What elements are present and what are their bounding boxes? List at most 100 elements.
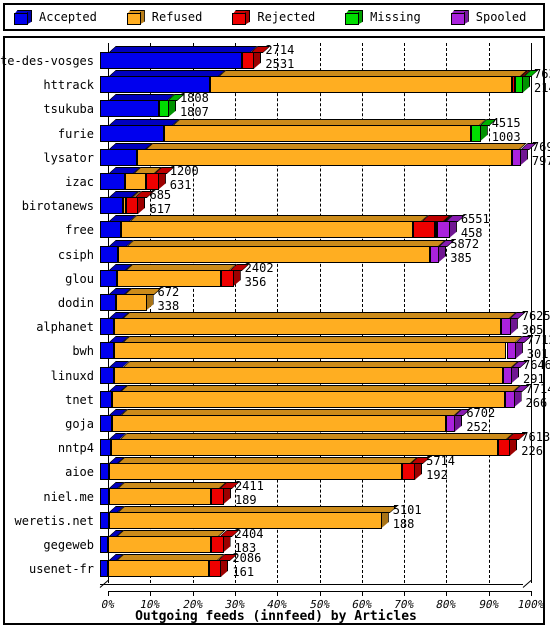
bar-segment-missing[interactable] [158, 100, 169, 118]
bar-segment-rejected[interactable] [211, 487, 224, 505]
y-axis-label: usenet-fr [28, 562, 94, 577]
bar-end-cap [454, 415, 463, 432]
bar-value-total: 7712 [526, 333, 550, 348]
bar-segment-spooled[interactable] [505, 390, 515, 408]
bar-segment-refused[interactable] [108, 487, 212, 505]
bar-segment-refused[interactable] [113, 366, 503, 384]
bar-segment-accepted[interactable] [100, 439, 111, 457]
bar-value-total: 6551 [460, 212, 490, 227]
bar-segment-accepted[interactable] [100, 560, 109, 578]
bar-end-cap [222, 487, 231, 505]
bar-segment-spooled[interactable] [501, 318, 511, 336]
bar-segment-refused[interactable] [117, 245, 430, 263]
bar-row[interactable]: 76312145 [100, 68, 550, 94]
bar-end-cap [519, 148, 528, 166]
bar-segment-accepted[interactable] [100, 197, 124, 215]
bar-segment-rejected[interactable] [210, 536, 224, 553]
bar-segment-rejected[interactable] [208, 560, 222, 578]
bar-row[interactable]: 2086 161 [100, 552, 531, 578]
bar-segment-spooled[interactable] [511, 148, 521, 166]
bar-segment-spooled[interactable] [502, 366, 512, 384]
bar-row[interactable]: 2714 2531 [100, 43, 531, 70]
bar-segment-accepted[interactable] [100, 148, 138, 166]
bar-segment-refused[interactable] [112, 390, 506, 408]
bar-segment-accepted[interactable] [100, 318, 115, 336]
y-axis-label: niel.me [43, 489, 94, 504]
legend-item-label: Refused [151, 10, 203, 24]
bar-segment-spooled[interactable] [437, 221, 450, 239]
bar-value-total: 7631 [534, 67, 550, 82]
bar-value-total: 7613 [521, 430, 550, 445]
bar-segment-missing[interactable] [470, 124, 481, 142]
bar-segment-accepted[interactable] [100, 342, 114, 360]
bar-end-cap [514, 342, 523, 360]
bar-row[interactable]: 4515 1003 [100, 117, 531, 143]
bar-segment-accepted[interactable] [100, 173, 125, 190]
bar-segment-rejected[interactable] [497, 439, 511, 457]
bar-row[interactable]: 5714 192 [100, 455, 531, 483]
bar-segment-accepted[interactable] [100, 487, 109, 505]
bar-value-secondary: 338 [157, 299, 180, 313]
bar-segment-spooled[interactable] [446, 415, 456, 432]
bar-segment-accepted[interactable] [100, 294, 117, 311]
bar-value-secondary: 226 [521, 444, 543, 459]
bar-segment-accepted[interactable] [100, 245, 118, 263]
bar-row[interactable]: 7693797 [100, 141, 550, 167]
bar-segment-rejected[interactable] [241, 52, 255, 69]
bar-segment-rejected[interactable] [402, 463, 416, 481]
bar-segment-refused[interactable] [109, 463, 403, 481]
bar-segment-refused[interactable] [108, 560, 209, 578]
bar-row[interactable]: 7646 291 [100, 359, 550, 385]
bar-segment-accepted[interactable] [100, 124, 164, 142]
bar-row[interactable]: 7625 305 [100, 310, 550, 336]
bar-row[interactable]: 5872 385 [100, 236, 531, 264]
bar-segment-accepted[interactable] [100, 366, 114, 384]
bar-value-total: 2714 [265, 43, 295, 57]
bar-end-cap [509, 318, 518, 336]
bar-row[interactable]: 5101 188 [100, 502, 531, 530]
legend-item-accepted: Accepted [14, 9, 97, 25]
bar-segment-rejected[interactable] [412, 221, 435, 239]
bar-segment-refused[interactable] [124, 173, 147, 190]
bar-segment-accepted[interactable] [100, 511, 109, 529]
bar-segment-spooled[interactable] [429, 245, 440, 263]
bar-segment-accepted[interactable] [100, 52, 242, 69]
bar-segment-refused[interactable] [114, 318, 502, 336]
bar-segment-refused[interactable] [120, 221, 413, 239]
y-axis-label: tsukuba [43, 102, 94, 117]
bar-segment-accepted[interactable] [100, 536, 109, 553]
bar-row[interactable]: 6702 252 [100, 407, 531, 433]
bar-segment-accepted[interactable] [100, 415, 112, 432]
bar-row[interactable]: 672 338 [100, 286, 531, 313]
bar-row[interactable]: 6551 458 [100, 212, 531, 239]
bar-value-total: 5872 [450, 236, 480, 251]
bar-value-total: 2411 [234, 478, 264, 493]
bar-value-total: 5101 [392, 502, 422, 517]
bar-segment-refused[interactable] [111, 415, 446, 432]
bar-value-total: 7714 [525, 381, 550, 396]
bar-row[interactable]: 1808 1807 [100, 92, 531, 118]
bar-row[interactable]: 2411 189 [100, 478, 531, 506]
bar-segment-accepted[interactable] [100, 100, 159, 118]
bar-value-labels: 6702 252 [466, 407, 495, 433]
bar-segment-spooled[interactable] [506, 342, 516, 360]
bar-segment-accepted[interactable] [100, 221, 121, 239]
bar-segment-rejected[interactable] [220, 269, 234, 287]
bar-segment-refused[interactable] [209, 76, 513, 94]
bar-row[interactable]: 7613 226 [100, 431, 550, 457]
bar-segment-accepted[interactable] [100, 269, 118, 287]
bar-segment-accepted[interactable] [100, 390, 113, 408]
bar-segment-refused[interactable] [116, 294, 147, 311]
bar-segment-rejected[interactable] [125, 197, 139, 215]
bar-row[interactable]: 7712301 [100, 334, 550, 360]
y-axis-label: csiph [57, 247, 94, 262]
bar-segment-refused[interactable] [108, 536, 211, 553]
bar-value-secondary: 192 [426, 468, 448, 483]
bar-value-labels: 76312145 [534, 68, 550, 94]
bar-segment-missing[interactable] [515, 76, 523, 94]
bar-end-cap [414, 463, 423, 481]
bar-segment-accepted[interactable] [100, 463, 110, 481]
bar-row[interactable]: 2404 183 [100, 528, 531, 554]
bar-segment-refused[interactable] [163, 124, 471, 142]
bar-segment-refused[interactable] [113, 342, 507, 360]
